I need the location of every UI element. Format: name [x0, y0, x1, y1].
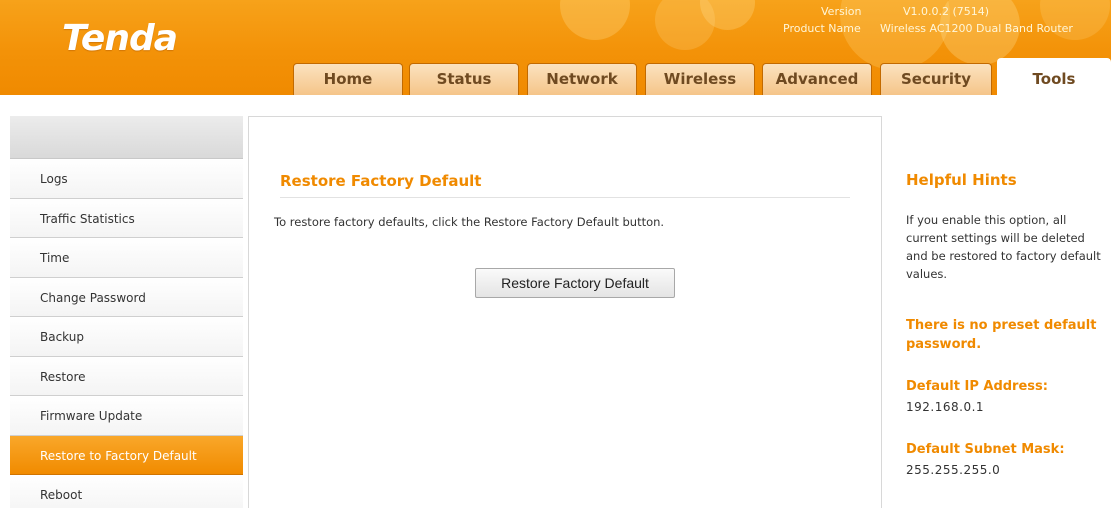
sidebar-header — [10, 116, 243, 159]
sidebar-item-reboot[interactable]: Reboot — [10, 475, 243, 508]
sidebar-item-traffic-statistics[interactable]: Traffic Statistics — [10, 198, 243, 238]
page-description: To restore factory defaults, click the R… — [274, 215, 665, 229]
sidebar-item-change-password[interactable]: Change Password — [10, 277, 243, 317]
tab-tools[interactable]: Tools — [997, 58, 1111, 95]
sidebar-item-backup[interactable]: Backup — [10, 317, 243, 357]
default-subnet-mask-value: 255.255.255.0 — [906, 463, 1001, 477]
restore-factory-default-button[interactable]: Restore Factory Default — [475, 268, 675, 298]
default-ip-value: 192.168.0.1 — [906, 400, 985, 414]
tab-network[interactable]: Network — [527, 63, 637, 95]
sidebar-item-restore[interactable]: Restore — [10, 356, 243, 396]
tenda-logo: Tenda — [62, 18, 178, 59]
sidebar-item-time[interactable]: Time — [10, 238, 243, 278]
decor-bubble — [560, 0, 630, 40]
hints-text: If you enable this option, all current s… — [906, 213, 1101, 281]
main-panel: Restore Factory Default To restore facto… — [248, 116, 882, 508]
helpful-hints-panel: Helpful Hints If you enable this option,… — [882, 116, 1111, 508]
page-title: Restore Factory Default — [280, 172, 850, 198]
tab-wireless[interactable]: Wireless — [645, 63, 755, 95]
header-bar: Tenda Version V1.0.0.2 (7514) Product Na… — [0, 0, 1111, 95]
product-name-label: Product Name — [783, 22, 861, 35]
sidebar: Logs Traffic Statistics Time Change Pass… — [10, 116, 243, 508]
hints-title: Helpful Hints — [906, 171, 1017, 189]
sidebar-item-firmware-update[interactable]: Firmware Update — [10, 396, 243, 436]
sidebar-item-restore-to-factory-default[interactable]: Restore to Factory Default — [10, 435, 243, 475]
tab-advanced[interactable]: Advanced — [762, 63, 872, 95]
default-ip-label: Default IP Address: — [906, 379, 1048, 394]
product-name-value: Wireless AC1200 Dual Band Router — [880, 22, 1073, 35]
version-label: Version — [821, 5, 862, 18]
version-value: V1.0.0.2 (7514) — [903, 5, 990, 18]
sidebar-item-logs[interactable]: Logs — [10, 159, 243, 199]
tab-home[interactable]: Home — [293, 63, 403, 95]
hints-password-warning: There is no preset default password. — [906, 318, 1097, 352]
default-subnet-mask-label: Default Subnet Mask: — [906, 442, 1065, 457]
tab-security[interactable]: Security — [880, 63, 992, 95]
tab-status[interactable]: Status — [409, 63, 519, 95]
header-divider — [0, 95, 1111, 103]
